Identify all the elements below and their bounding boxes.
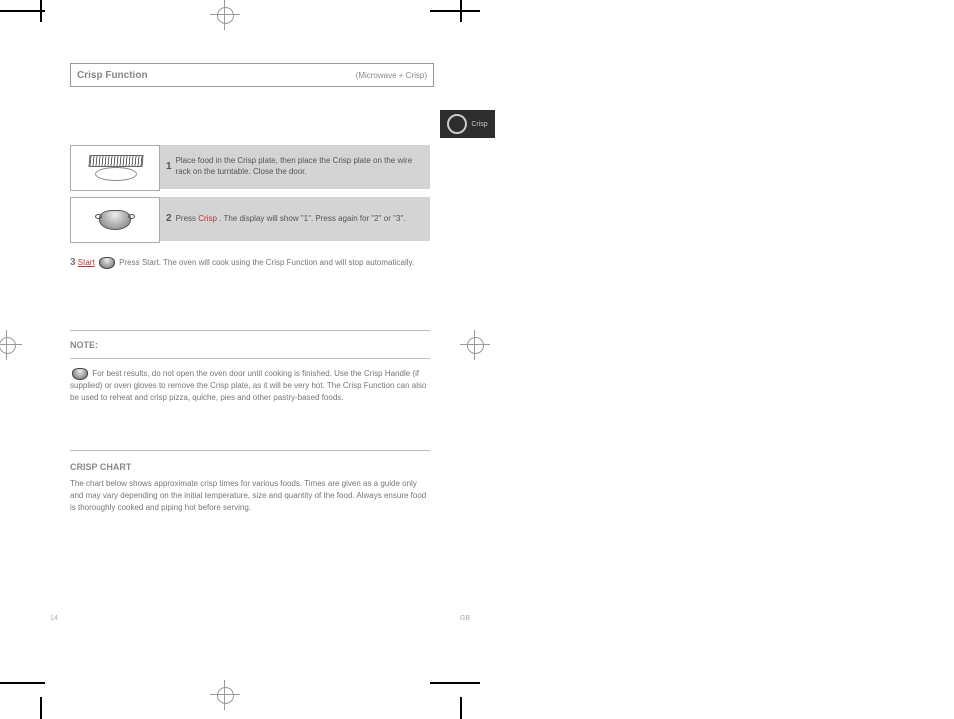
step-text: Press Crisp . The display will show "1".… <box>176 214 424 225</box>
page-title: Crisp Function <box>77 70 148 81</box>
page-number: 14 <box>50 615 58 622</box>
note-body: For best results, do not open the oven d… <box>70 368 430 404</box>
note-text: For best results, do not open the oven d… <box>70 369 426 402</box>
step-row: 2 Press Crisp . The display will show "1… <box>70 197 430 241</box>
registration-mark-icon <box>210 680 240 710</box>
crop-mark <box>40 697 42 719</box>
chart-intro: The chart below shows approximate crisp … <box>70 478 430 514</box>
start-word: Start <box>78 258 95 267</box>
step-number: 1 <box>166 160 172 174</box>
divider <box>70 358 430 359</box>
crisp-plate-icon <box>72 368 88 380</box>
page-footer: 14 GB <box>50 615 470 622</box>
note-heading: NOTE: <box>70 340 430 350</box>
crop-mark <box>0 10 45 12</box>
wire-rack-icon <box>85 153 145 183</box>
divider <box>70 330 430 331</box>
crisp-button-icon <box>99 210 131 230</box>
step2-button-name: Crisp <box>198 214 217 223</box>
step3-text: Press Start. The oven will cook using th… <box>119 258 414 267</box>
step2-image-cell <box>70 197 160 243</box>
manual-page: Crisp Function (Microwave + Crisp) Crisp… <box>50 10 470 660</box>
button-icon <box>99 257 115 269</box>
step2-hint: Press again for "2" or "3". <box>315 214 405 223</box>
footer-lang: GB <box>460 615 470 622</box>
chart-heading: CRISP CHART <box>70 462 430 472</box>
crop-mark <box>430 682 480 684</box>
step-number: 2 <box>166 212 172 226</box>
divider <box>70 450 430 451</box>
side-tab: Crisp <box>440 110 495 138</box>
title-box: Crisp Function (Microwave + Crisp) <box>70 63 434 87</box>
crop-mark <box>460 697 462 719</box>
step1-text-cell: 1 Place food in the Crisp plate, then pl… <box>160 145 430 189</box>
side-tab-label: Crisp <box>471 121 487 128</box>
step2-pre: Press <box>176 214 196 223</box>
registration-mark-icon <box>0 330 22 360</box>
step2-rest: . The display will show "1". <box>219 214 313 223</box>
step3-line: 3 Start Press Start. The oven will cook … <box>70 255 430 270</box>
step2-text-cell: 2 Press Crisp . The display will show "1… <box>160 197 430 241</box>
crisp-ring-icon <box>447 114 467 134</box>
page-subtitle: (Microwave + Crisp) <box>356 71 427 80</box>
crop-mark <box>0 682 45 684</box>
step-text: Place food in the Crisp plate, then plac… <box>176 156 424 178</box>
step-row: 1 Place food in the Crisp plate, then pl… <box>70 145 430 189</box>
step1-image-cell <box>70 145 160 191</box>
